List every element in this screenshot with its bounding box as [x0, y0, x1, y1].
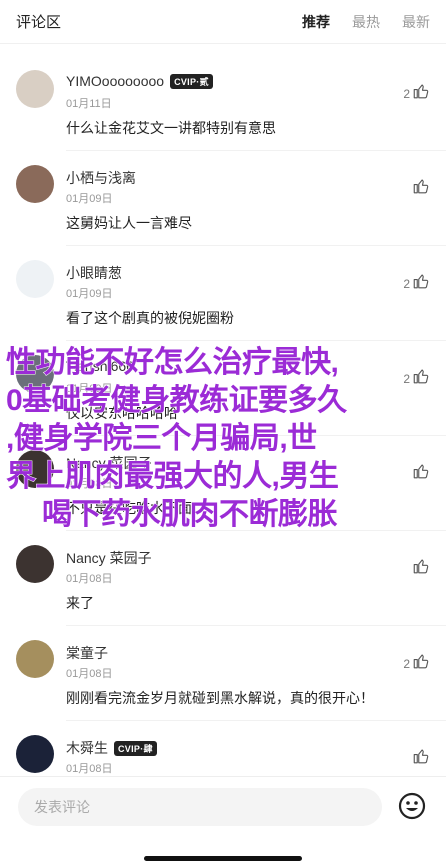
comment-username[interactable]: YIMOoooooooo	[66, 73, 164, 89]
comment-username[interactable]: Nancy 菜园子	[66, 548, 152, 568]
thumbs-up-icon	[412, 82, 430, 105]
thumbs-up-icon	[412, 272, 430, 295]
thumbs-up-icon	[412, 747, 430, 770]
comment-date: 01月08日	[66, 668, 113, 680]
like-count: 2	[403, 371, 410, 386]
like-button[interactable]: 2	[403, 652, 430, 675]
comment-date: 01月08日	[66, 478, 113, 490]
comment-text: 这舅妈让人一言难尽	[66, 215, 192, 231]
comment-date: 01月08日	[66, 573, 113, 585]
section-title: 评论区	[16, 14, 62, 31]
like-button[interactable]: 2	[403, 367, 430, 390]
comment-footer: 发表评论	[0, 776, 446, 868]
avatar[interactable]	[16, 545, 54, 583]
comment-header: 评论区 推荐 最热 最新	[0, 0, 446, 44]
comment-text: 看了这个剧真的被倪妮圈粉	[66, 310, 234, 326]
avatar[interactable]	[16, 640, 54, 678]
comment-date: 01月09日	[66, 193, 113, 205]
comment-username[interactable]: 小眼睛葱	[66, 263, 122, 283]
avatar[interactable]	[16, 355, 54, 393]
thumbs-up-icon	[412, 462, 430, 485]
thumbs-up-icon	[412, 177, 430, 200]
vip-badge: CVIP·贰	[170, 73, 213, 89]
comment-text: 来了	[66, 595, 94, 611]
comment-text: 刚刚看完流金岁月就碰到黑水解说，真的很开心！	[66, 690, 374, 706]
like-count: 2	[403, 656, 410, 671]
comment-text: 不只是在吃吃水下面	[66, 500, 192, 516]
like-button[interactable]	[412, 177, 430, 200]
comment-item[interactable]: YIMOoooooooo CVIP·贰 01月11日什么让金花艾文一讲都特别有意思 2	[16, 56, 446, 151]
comment-text: 仅以安东哈哈哈哈	[66, 405, 178, 421]
emoji-icon[interactable]	[398, 792, 426, 820]
like-button[interactable]	[412, 462, 430, 485]
comment-username[interactable]: Tianshi666	[66, 358, 134, 374]
thumbs-up-icon	[412, 367, 430, 390]
like-button[interactable]	[412, 557, 430, 580]
like-button[interactable]: 2	[403, 82, 430, 105]
comment-item[interactable]: 棠童子 01月08日刚刚看完流金岁月就碰到黑水解说，真的很开心！ 2	[16, 626, 446, 721]
comment-item[interactable]: Nancy 菜园子 01月08日不只是在吃吃水下面	[16, 436, 446, 531]
tab-hottest[interactable]: 最热	[352, 12, 380, 32]
tab-recommended[interactable]: 推荐	[302, 12, 330, 32]
avatar[interactable]	[16, 70, 54, 108]
avatar[interactable]	[16, 165, 54, 203]
like-button[interactable]	[412, 747, 430, 770]
comment-item[interactable]: Tianshi666 01月09日仅以安东哈哈哈哈 2	[16, 341, 446, 436]
comment-list: YIMOoooooooo CVIP·贰 01月11日什么让金花艾文一讲都特别有意思 2…	[0, 56, 446, 816]
comment-item[interactable]: 小栖与浅离 01月09日这舅妈让人一言难尽	[16, 151, 446, 246]
tab-newest[interactable]: 最新	[402, 12, 430, 32]
vip-badge: CVIP·肆	[114, 740, 157, 756]
thumbs-up-icon	[412, 557, 430, 580]
sort-tabs: 推荐 最热 最新	[302, 12, 430, 32]
comment-username[interactable]: 棠童子	[66, 643, 108, 663]
comment-username[interactable]: Nancy 菜园子	[66, 453, 152, 473]
comment-input-placeholder: 发表评论	[34, 799, 90, 815]
comment-date: 01月08日	[66, 763, 113, 775]
avatar[interactable]	[16, 735, 54, 773]
comment-username[interactable]: 木舜生	[66, 738, 108, 758]
comment-date: 01月11日	[66, 98, 112, 110]
home-indicator	[144, 856, 302, 861]
avatar[interactable]	[16, 450, 54, 488]
like-button[interactable]: 2	[403, 272, 430, 295]
comment-item[interactable]: 小眼睛葱 01月09日看了这个剧真的被倪妮圈粉 2	[16, 246, 446, 341]
comment-input[interactable]: 发表评论	[18, 788, 382, 826]
comment-date: 01月09日	[66, 383, 113, 395]
comment-text: 什么让金花艾文一讲都特别有意思	[66, 120, 276, 136]
thumbs-up-icon	[412, 652, 430, 675]
comment-date: 01月09日	[66, 288, 113, 300]
like-count: 2	[403, 276, 410, 291]
comment-username[interactable]: 小栖与浅离	[66, 168, 136, 188]
comment-item[interactable]: Nancy 菜园子 01月08日来了	[16, 531, 446, 626]
avatar[interactable]	[16, 260, 54, 298]
like-count: 2	[403, 86, 410, 101]
